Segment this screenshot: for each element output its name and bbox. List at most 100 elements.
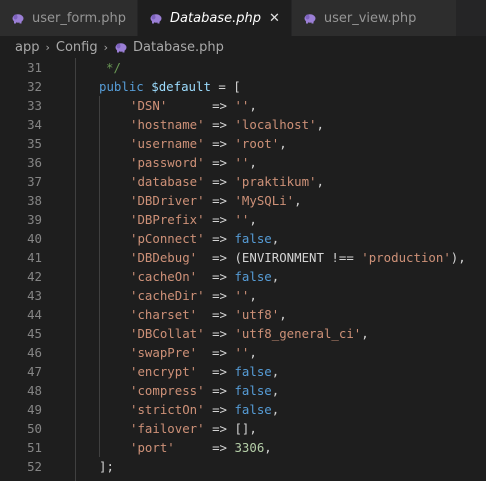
- code-token: ,: [249, 345, 257, 360]
- code-token: '': [234, 288, 250, 303]
- indent-guide: [75, 77, 76, 96]
- code-line[interactable]: 32 public $default = [: [0, 77, 486, 96]
- code-token: 'pConnect': [130, 231, 205, 246]
- code-line[interactable]: 40 'pConnect' => false,: [0, 229, 486, 248]
- code-line[interactable]: 39 'DBPrefix' => '',: [0, 210, 486, 229]
- code-token: =>: [197, 345, 235, 360]
- indent-guide: [99, 438, 100, 457]
- code-token: =>: [197, 307, 235, 322]
- tab-label: user_form.php: [32, 10, 127, 26]
- code-token: 'password': [130, 155, 205, 170]
- code-text: 'failover' => [],: [130, 419, 257, 438]
- code-token: 'database': [130, 174, 205, 189]
- code-token: '': [234, 212, 250, 227]
- breadcrumb-file[interactable]: Database.php: [133, 40, 224, 55]
- code-line[interactable]: 52];: [0, 457, 486, 476]
- line-number: 50: [27, 421, 42, 436]
- code-text: 'strictOn' => false,: [130, 400, 279, 419]
- breadcrumb-app[interactable]: app: [15, 40, 39, 55]
- code-token: '': [234, 98, 250, 113]
- indent-guide: [75, 476, 76, 481]
- indent-guide: [75, 457, 76, 476]
- code-line[interactable]: 46 'swapPre' => '',: [0, 343, 486, 362]
- code-token: false: [234, 231, 272, 246]
- indent-guide: [75, 172, 76, 191]
- code-line[interactable]: 36 'password' => '',: [0, 153, 486, 172]
- code-token: ,: [279, 307, 287, 322]
- code-line[interactable]: 33 'DSN' => '',: [0, 96, 486, 115]
- code-token: ,: [249, 98, 257, 113]
- indent-guide: [75, 210, 76, 229]
- code-token: =>: [204, 326, 235, 341]
- code-text: 'port' => 3306,: [130, 438, 272, 457]
- code-text: */: [106, 58, 121, 77]
- code-token: false: [234, 383, 272, 398]
- code-line[interactable]: 31 */: [0, 58, 486, 77]
- indent-guide: [99, 324, 100, 343]
- indent-guide: [75, 343, 76, 362]
- code-line[interactable]: 50 'failover' => [],: [0, 419, 486, 438]
- code-token: =>: [204, 193, 235, 208]
- indent-guide: [75, 267, 76, 286]
- code-token: '': [234, 345, 250, 360]
- indent-guide: [99, 210, 100, 229]
- tab-database[interactable]: Database.php ✕: [138, 0, 292, 36]
- code-editor[interactable]: 31 */32 public $default = [33 'DSN' => '', 3…: [0, 58, 486, 481]
- code-line[interactable]: 44 'charset' => 'utf8',: [0, 305, 486, 324]
- tab-label: user_view.php: [323, 10, 417, 26]
- indent-guide: [99, 381, 100, 400]
- code-text: 'database' => 'praktikum',: [130, 172, 324, 191]
- code-line[interactable]: 42 'cacheOn' => false,: [0, 267, 486, 286]
- code-token: ,: [316, 174, 324, 189]
- breadcrumb-config[interactable]: Config: [56, 40, 98, 55]
- code-text: 'DSN' => '',: [130, 96, 257, 115]
- code-line[interactable]: 43 'cacheDir' => '',: [0, 286, 486, 305]
- code-token: 'hostname': [130, 117, 205, 132]
- indent-guide: [99, 229, 100, 248]
- code-line[interactable]: 51 'port' => 3306,: [0, 438, 486, 457]
- code-token: =>: [197, 364, 235, 379]
- code-line[interactable]: 37 'database' => 'praktikum',: [0, 172, 486, 191]
- indent-guide: [75, 400, 76, 419]
- code-token: 'port': [130, 440, 175, 455]
- code-line[interactable]: 45 'DBCollat' => 'utf8_general_ci',: [0, 324, 486, 343]
- line-number: 39: [27, 212, 42, 227]
- code-token: ];: [99, 459, 114, 474]
- code-line[interactable]: 34 'hostname' => 'localhost',: [0, 115, 486, 134]
- line-number: 51: [27, 440, 42, 455]
- code-line[interactable]: 38 'DBDriver' => 'MySQLi',: [0, 191, 486, 210]
- code-token: ,: [361, 326, 369, 341]
- indent-guide: [75, 286, 76, 305]
- indent-guide: [99, 400, 100, 419]
- code-token: =>: [174, 440, 235, 455]
- code-token: 3306: [234, 440, 265, 455]
- code-text: 'hostname' => 'localhost',: [130, 115, 324, 134]
- indent-guide: [99, 419, 100, 438]
- indent-guide: [99, 286, 100, 305]
- code-token: '': [234, 155, 250, 170]
- line-number: 35: [27, 136, 42, 151]
- code-token: public: [99, 79, 144, 94]
- php-elephant-icon: [115, 43, 127, 53]
- code-text: 'swapPre' => '',: [130, 343, 257, 362]
- code-text: 'DBDebug' => (ENVIRONMENT !== 'productio…: [130, 248, 466, 267]
- tab-user-form[interactable]: user_form.php: [0, 0, 139, 36]
- close-icon[interactable]: ✕: [269, 11, 280, 26]
- line-number: 38: [27, 193, 42, 208]
- code-token: ,: [249, 155, 257, 170]
- tab-user-view[interactable]: user_view.php: [291, 0, 458, 36]
- code-line[interactable]: 41 'DBDebug' => (ENVIRONMENT !== 'product…: [0, 248, 486, 267]
- code-line[interactable]: 48 'compress' => false,: [0, 381, 486, 400]
- indent-guide: [75, 438, 76, 457]
- code-line[interactable]: 49 'strictOn' => false,: [0, 400, 486, 419]
- code-token: 'username': [130, 136, 205, 151]
- code-line[interactable]: 47 'encrypt' => false,: [0, 362, 486, 381]
- code-token: */: [106, 60, 121, 75]
- code-line[interactable]: 35 'username' => 'root',: [0, 134, 486, 153]
- code-token: 'strictOn': [130, 402, 205, 417]
- code-token: 'praktikum': [234, 174, 317, 189]
- code-line[interactable]: 53: [0, 476, 486, 481]
- code-token: 'DBDriver': [130, 193, 205, 208]
- code-token: =>: [197, 269, 235, 284]
- code-token: ,: [271, 383, 280, 398]
